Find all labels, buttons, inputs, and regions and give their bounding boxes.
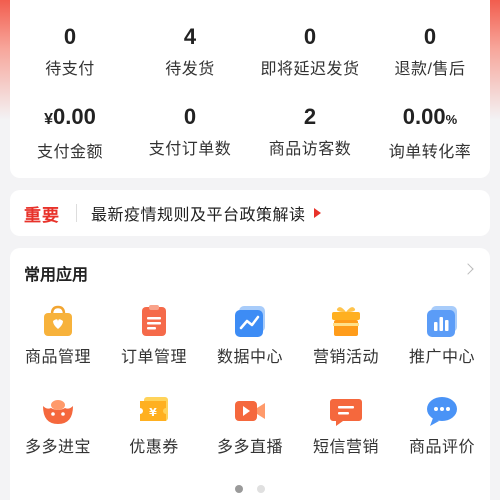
app-label: 数据中心 xyxy=(216,349,283,366)
page-dot-1[interactable] xyxy=(234,485,243,493)
stat-label: 即将延迟发货 xyxy=(260,61,360,78)
app-sms-marketing[interactable]: 短信营销 xyxy=(298,394,394,458)
app-duoduo-live[interactable]: 多多直播 xyxy=(202,394,298,458)
stat-paid-orders[interactable]: 0 支付订单数 xyxy=(130,104,250,160)
app-label: 订单管理 xyxy=(120,349,187,366)
bar-chart-icon xyxy=(425,304,459,338)
stat-value: 0.00 xyxy=(53,104,96,129)
stat-label: 待发货 xyxy=(165,61,215,78)
app-label: 多多直播 xyxy=(216,439,283,456)
stat-payment-amount[interactable]: ¥0.00 支付金额 xyxy=(10,104,130,163)
app-label: 商品管理 xyxy=(24,349,91,366)
app-duoduo-jinbao[interactable]: 多多进宝 xyxy=(10,394,106,458)
percent-sign: % xyxy=(445,112,458,127)
app-coupons[interactable]: ¥ 优惠券 xyxy=(106,394,202,458)
app-order-management[interactable]: 订单管理 xyxy=(106,304,202,368)
stat-label: 支付订单数 xyxy=(148,141,232,158)
notice-divider xyxy=(76,204,77,222)
app-product-reviews[interactable]: 商品评价 xyxy=(394,394,490,458)
app-label: 多多进宝 xyxy=(24,439,91,456)
app-marketing-activity[interactable]: 营销活动 xyxy=(298,304,394,368)
line-chart-icon xyxy=(233,304,267,338)
message-icon xyxy=(329,394,363,428)
app-label: 优惠券 xyxy=(129,439,179,456)
coupon-icon: ¥ xyxy=(137,394,171,428)
currency-symbol: ¥ xyxy=(44,111,54,128)
app-product-management[interactable]: 商品管理 xyxy=(10,304,106,368)
shopping-bag-icon xyxy=(41,304,75,338)
play-arrow-icon xyxy=(313,208,321,218)
app-label: 短信营销 xyxy=(312,439,379,456)
stat-label: 待支付 xyxy=(45,61,95,78)
page-indicator xyxy=(0,480,500,498)
stat-pending-payment[interactable]: 0 待支付 xyxy=(10,24,130,80)
svg-text:¥: ¥ xyxy=(149,406,157,419)
stat-pending-shipment[interactable]: 4 待发货 xyxy=(130,24,250,80)
stat-label: 退款/售后 xyxy=(394,61,466,78)
app-label: 推广中心 xyxy=(408,349,475,366)
video-camera-icon xyxy=(233,394,267,428)
stat-value: 0 xyxy=(183,104,197,129)
notice-text[interactable]: 最新疫情规则及平台政策解读 xyxy=(91,201,306,225)
comment-bubble-icon xyxy=(425,394,459,428)
app-data-center[interactable]: 数据中心 xyxy=(202,304,298,368)
stat-label: 支付金额 xyxy=(36,144,103,161)
app-label: 营销活动 xyxy=(312,349,379,366)
apps-title: 常用应用 xyxy=(24,267,89,284)
stat-label: 询单转化率 xyxy=(388,144,472,161)
common-apps-card: 常用应用 商品管理 订单管理 数据中心 营销活动 推广中心 多多进宝 ¥ 优惠券… xyxy=(10,248,490,500)
notice-tag: 重要 xyxy=(24,205,60,225)
stat-product-visitors[interactable]: 2 商品访客数 xyxy=(250,104,370,160)
chevron-right-icon[interactable] xyxy=(462,263,474,275)
stat-delayed-shipment[interactable]: 0 即将延迟发货 xyxy=(250,24,370,80)
stat-refund-aftersale[interactable]: 0 退款/售后 xyxy=(370,24,490,80)
stat-value: 2 xyxy=(303,104,317,129)
stat-label: 商品访客数 xyxy=(268,141,352,158)
app-label: 商品评价 xyxy=(408,439,475,456)
stat-inquiry-conversion[interactable]: 0.00% 询单转化率 xyxy=(370,104,490,163)
stat-value: 0 xyxy=(423,24,437,49)
stat-value: 0.00 xyxy=(402,104,446,129)
page-dot-2[interactable] xyxy=(257,485,266,493)
stat-value: 4 xyxy=(183,24,197,49)
gift-icon xyxy=(329,304,363,338)
stat-value: 0 xyxy=(63,24,77,49)
order-clipboard-icon xyxy=(137,304,171,338)
stat-value: 0 xyxy=(303,24,317,49)
store-stats-card: 0 待支付 4 待发货 0 即将延迟发货 0 退款/售后 ¥0.00 支付金额 … xyxy=(10,0,490,178)
treasure-ingot-icon xyxy=(41,394,75,428)
app-promotion-center[interactable]: 推广中心 xyxy=(394,304,490,368)
notice-banner[interactable]: 重要 最新疫情规则及平台政策解读 xyxy=(10,190,490,236)
